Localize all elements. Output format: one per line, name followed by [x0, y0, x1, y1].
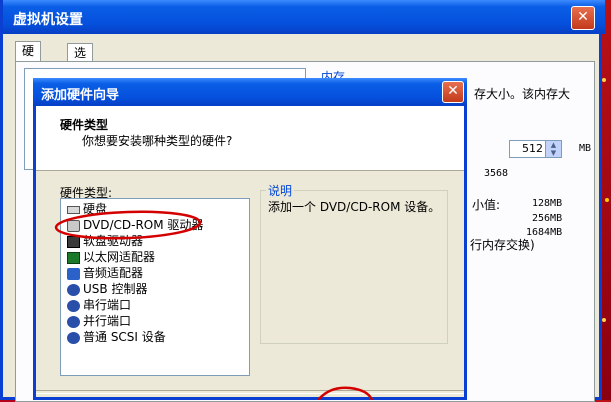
network-adapter-icon: [67, 251, 80, 264]
wizard-divider: [36, 390, 464, 394]
list-item-serial[interactable]: 串行端口: [67, 297, 131, 313]
list-item-floppy[interactable]: 软盘驱动器: [67, 233, 143, 249]
tab-hardware[interactable]: 硬件: [15, 41, 42, 76]
wizard-title: 添加硬件向导: [41, 88, 120, 103]
wizard-titlebar: 添加硬件向导 ✕: [33, 78, 467, 106]
list-item-audio[interactable]: 音频适配器: [67, 265, 143, 281]
add-hardware-wizard: 添加硬件向导 ✕ 硬件类型 你想要安装哪种类型的硬件? 硬件类型: 硬盘 DVD…: [33, 78, 467, 400]
hardware-type-list[interactable]: 硬盘 DVD/CD-ROM 驱动器 软盘驱动器 以太网适配器 音频适配器 USB…: [60, 198, 250, 376]
cdrom-icon: [67, 219, 80, 232]
memory-value: 512: [522, 142, 543, 155]
list-item-dvd-cdrom[interactable]: DVD/CD-ROM 驱动器: [67, 217, 203, 233]
floppy-icon: [67, 235, 80, 248]
list-item-usb[interactable]: USB 控制器: [67, 281, 147, 297]
serial-port-icon: [67, 299, 80, 312]
list-item-ethernet[interactable]: 以太网适配器: [67, 249, 155, 265]
memory-spinner[interactable]: 512 ▲ ▼: [509, 140, 562, 158]
hard-disk-icon: [67, 205, 80, 214]
memory-size-1: 128MB: [532, 198, 563, 209]
memory-swap-note: 行内存交换): [470, 238, 535, 252]
vm-settings-titlebar: 虚拟机设置 ✕: [3, 0, 605, 34]
list-item-parallel[interactable]: 并行端口: [67, 313, 131, 329]
wizard-subheading: 你想要安装哪种类型的硬件?: [82, 134, 233, 148]
usb-icon: [67, 283, 80, 296]
tab-options[interactable]: 选项: [67, 43, 94, 78]
list-item-hard-disk[interactable]: 硬盘: [67, 201, 107, 217]
scsi-icon: [67, 331, 80, 344]
description-label: 说明: [266, 182, 295, 199]
parallel-port-icon: [67, 315, 80, 328]
wizard-heading: 硬件类型: [60, 118, 109, 132]
memory-unit: MB: [579, 143, 592, 154]
close-icon[interactable]: ✕: [571, 6, 595, 30]
close-icon[interactable]: ✕: [442, 81, 464, 103]
speaker-icon: [67, 267, 80, 280]
memory-size-2: 256MB: [532, 213, 563, 224]
memory-description: 存大小。该内存大: [474, 87, 571, 101]
memory-min-label: 小值:: [472, 198, 501, 212]
window-title: 虚拟机设置: [13, 12, 83, 28]
memory-max-value: 3568: [484, 168, 509, 179]
description-text: 添加一个 DVD/CD-ROM 设备。: [268, 200, 441, 214]
spinner-arrows-icon[interactable]: ▲ ▼: [545, 141, 561, 157]
list-item-scsi[interactable]: 普通 SCSI 设备: [67, 329, 166, 345]
